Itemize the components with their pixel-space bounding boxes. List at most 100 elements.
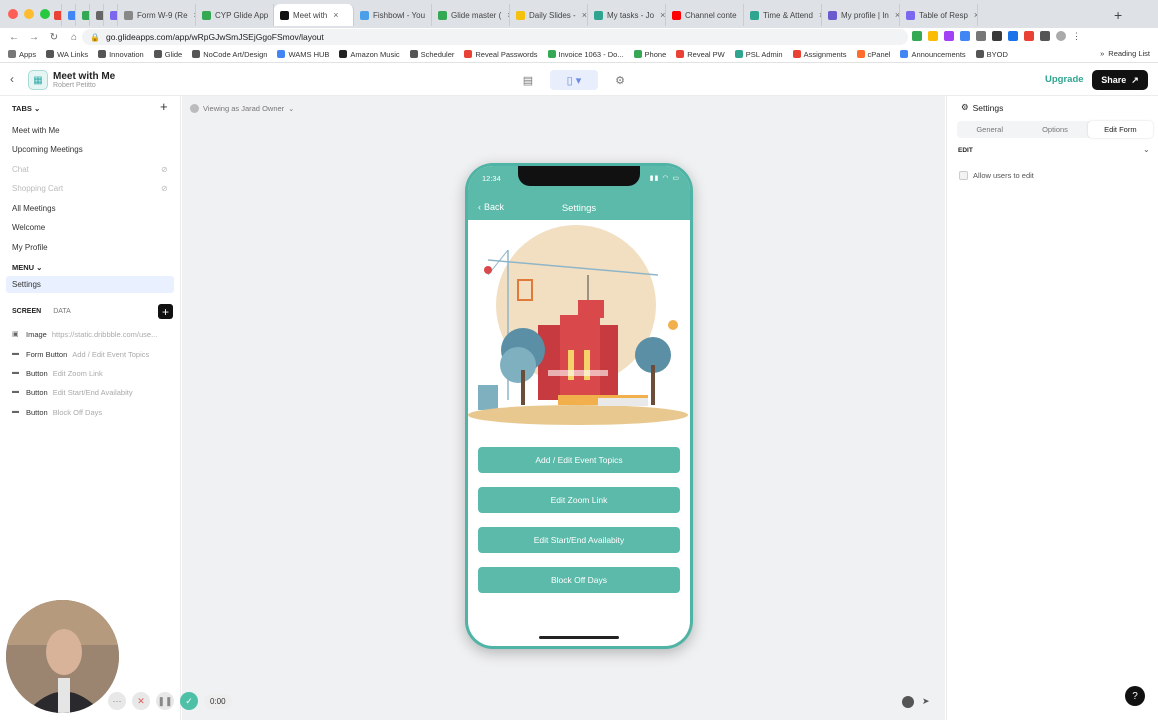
bookmark-item[interactable]: Assignments [792, 50, 847, 59]
tab-general[interactable]: General [957, 121, 1022, 138]
tab-data[interactable]: DATA [53, 308, 71, 315]
close-tab-icon[interactable]: × [660, 10, 665, 20]
bookmark-item[interactable]: Announcements [900, 50, 966, 59]
finish-check-icon[interactable]: ✓ [180, 692, 198, 710]
cursor-icon[interactable]: ➤ [922, 696, 934, 708]
browser-tab[interactable]: CYP Glide App× [196, 4, 274, 26]
pause-icon[interactable]: ❚❚ [156, 692, 174, 710]
new-tab-button[interactable]: + [1114, 7, 1122, 23]
back-arrow-icon[interactable]: ‹ [10, 72, 14, 86]
browser-tab[interactable]: Channel conte× [666, 4, 744, 26]
bookmark-item[interactable]: cPanel [856, 50, 890, 59]
extension-icon[interactable] [976, 31, 986, 41]
sidebar-item-shopping-cart[interactable]: Shopping Cart [12, 184, 63, 193]
reading-list[interactable]: » Reading List [1100, 49, 1150, 58]
browser-tab[interactable]: Daily Slides - × [510, 4, 588, 26]
hidden-eye-icon[interactable]: ⊘ [161, 184, 168, 193]
sidebar-item-all-meetings[interactable]: All Meetings [12, 204, 56, 213]
extension-icon[interactable] [1024, 31, 1034, 41]
bookmark-item[interactable]: PSL Admin [734, 50, 783, 59]
browser-tab[interactable]: My tasks - Jo × [588, 4, 666, 26]
extension-icon[interactable] [1040, 31, 1050, 41]
add-tab-icon[interactable]: + [160, 99, 168, 114]
bookmark-item[interactable]: Invoice 1063 - Do... [547, 50, 624, 59]
close-tab-icon[interactable]: × [333, 10, 338, 20]
browser-tab[interactable]: Meet with × [274, 4, 354, 26]
component-item[interactable]: ▬ Button Block Off Days [12, 408, 102, 417]
browser-tab[interactable] [90, 4, 104, 26]
bookmark-item[interactable]: Reveal Passwords [464, 50, 538, 59]
tab-screen[interactable]: SCREEN [12, 308, 41, 315]
block-off-days-button[interactable]: Block Off Days [478, 567, 680, 593]
record-icon[interactable] [902, 696, 914, 708]
browser-tab[interactable]: Table of Resp × [900, 4, 978, 26]
allow-users-edit-toggle[interactable]: Allow users to edit [959, 171, 1034, 180]
bookmark-item[interactable]: NoCode Art/Design [192, 50, 267, 59]
bookmark-item[interactable]: Phone [633, 50, 666, 59]
hidden-eye-icon[interactable]: ⊘ [161, 165, 168, 174]
extension-icon[interactable] [960, 31, 970, 41]
bookmark-item[interactable]: Apps [8, 50, 36, 59]
extension-icon[interactable] [944, 31, 954, 41]
browser-tab[interactable] [76, 4, 90, 26]
url-bar[interactable]: 🔒 go.glideapps.com/app/wRpGJwSmJSEjGgoFS… [82, 29, 908, 45]
chevron-down-icon[interactable]: ⌄ [1143, 145, 1150, 154]
component-item[interactable]: ▣ Image https://static.dribbble.com/use.… [12, 330, 157, 339]
close-window-button[interactable] [8, 9, 18, 19]
home-icon[interactable]: ⌂ [68, 32, 80, 43]
sidebar-item-welcome[interactable]: Welcome [12, 223, 45, 232]
browser-tab[interactable] [104, 4, 118, 26]
sidebar-item-meet-with-me[interactable]: Meet with Me [12, 126, 60, 135]
more-options-icon[interactable]: ⋯ [108, 692, 126, 710]
menu-heading[interactable]: MENU ⌄ [12, 263, 42, 272]
phone-layout-icon[interactable]: ▯ ▾ [550, 70, 598, 90]
construction-illustration[interactable] [468, 220, 690, 430]
browser-tab[interactable]: Time & Attend× [744, 4, 822, 26]
bookmark-item[interactable]: WA Links [46, 50, 88, 59]
edit-section-heading[interactable]: EDIT [958, 147, 973, 154]
browser-tab[interactable]: My profile | In × [822, 4, 900, 26]
close-tab-icon[interactable]: × [974, 10, 977, 20]
browser-tab[interactable] [62, 4, 76, 26]
close-tab-icon[interactable]: × [582, 10, 587, 20]
bookmark-item[interactable]: Reveal PW [676, 50, 725, 59]
bookmark-item[interactable]: Glide [153, 50, 182, 59]
browser-tab[interactable]: Glide master (× [432, 4, 510, 26]
settings-gear-icon[interactable]: ⚙ [610, 70, 630, 90]
more-bookmarks-icon[interactable]: » [1100, 49, 1104, 58]
edit-availability-button[interactable]: Edit Start/End Availabity [478, 527, 680, 553]
component-item[interactable]: ▬ Button Edit Start/End Availabity [12, 388, 133, 397]
sidebar-item-upcoming-meetings[interactable]: Upcoming Meetings [12, 145, 83, 154]
browser-tab[interactable] [48, 4, 62, 26]
sidebar-item-settings[interactable]: Settings [6, 276, 174, 293]
extension-icon[interactable] [928, 31, 938, 41]
menu-dots-icon[interactable]: ⋮ [1072, 31, 1082, 41]
bookmark-item[interactable]: WAMS HUB [277, 50, 329, 59]
share-button[interactable]: Share ↗ [1092, 70, 1148, 90]
edit-zoom-link-button[interactable]: Edit Zoom Link [478, 487, 680, 513]
add-edit-event-topics-button[interactable]: Add / Edit Event Topics [478, 447, 680, 473]
extension-icon[interactable] [1008, 31, 1018, 41]
checkbox[interactable] [959, 171, 968, 180]
upgrade-link[interactable]: Upgrade [1045, 74, 1084, 85]
sidebar-item-chat[interactable]: Chat [12, 165, 29, 174]
tabs-heading[interactable]: TABS ⌄ [12, 104, 40, 113]
back-nav-icon[interactable]: ← [8, 32, 20, 43]
tab-options[interactable]: Options [1022, 121, 1087, 138]
component-item[interactable]: ▬ Form Button Add / Edit Event Topics [12, 350, 149, 359]
viewing-as-selector[interactable]: Viewing as Jarad Owner ⌄ [190, 104, 294, 113]
forward-nav-icon[interactable]: → [28, 32, 40, 43]
minimize-window-button[interactable] [24, 9, 34, 19]
bookmark-item[interactable]: Innovation [98, 50, 144, 59]
reload-icon[interactable]: ↻ [48, 32, 60, 43]
bookmark-item[interactable]: Amazon Music [339, 50, 400, 59]
add-component-button[interactable]: + [158, 304, 173, 319]
bookmark-item[interactable]: BYOD [975, 50, 1008, 59]
browser-tab[interactable]: Form W-9 (Re× [118, 4, 196, 26]
cancel-recording-icon[interactable]: ✕ [132, 692, 150, 710]
sidebar-item-my-profile[interactable]: My Profile [12, 243, 48, 252]
component-item[interactable]: ▬ Button Edit Zoom Link [12, 369, 103, 378]
bookmark-item[interactable]: Scheduler [409, 50, 454, 59]
window-controls[interactable] [8, 9, 50, 19]
tab-edit-form[interactable]: Edit Form [1087, 121, 1153, 138]
